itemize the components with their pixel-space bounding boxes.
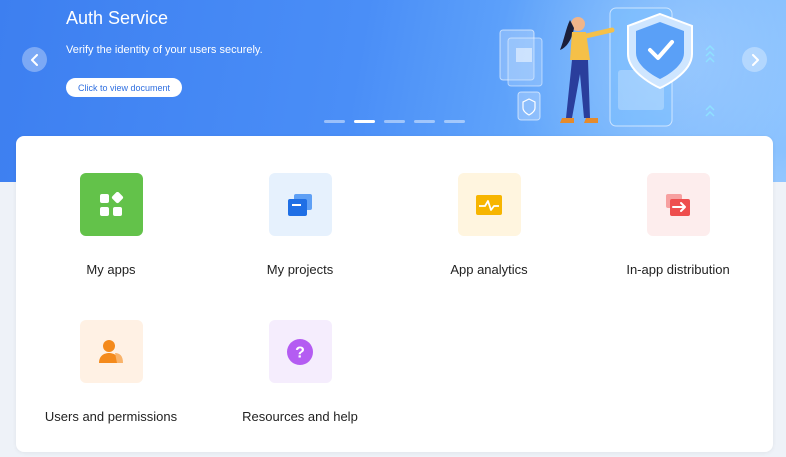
analytics-pulse-icon xyxy=(457,173,521,236)
carousel-next-button[interactable] xyxy=(742,47,767,72)
tile-label: App analytics xyxy=(450,262,528,277)
svg-text:?: ? xyxy=(295,344,305,361)
tile-label: My apps xyxy=(86,262,136,277)
view-document-button[interactable]: Click to view document xyxy=(66,78,182,97)
tile-in-app-distribution[interactable]: In-app distribution xyxy=(583,173,773,303)
user-group-icon xyxy=(79,320,143,383)
tile-label: In-app distribution xyxy=(626,262,730,277)
tile-label: Resources and help xyxy=(242,409,358,424)
feature-card: My apps My projects App analytics In-app… xyxy=(16,136,773,452)
carousel-dot[interactable] xyxy=(414,120,435,123)
distribution-arrow-icon xyxy=(646,173,710,236)
tile-users-and-permissions[interactable]: Users and permissions xyxy=(16,320,206,450)
projects-stack-icon xyxy=(268,173,332,236)
carousel-dot[interactable] xyxy=(324,120,345,123)
chevron-left-icon xyxy=(30,53,38,66)
tile-resources-and-help[interactable]: ? Resources and help xyxy=(205,320,395,450)
banner-title: Auth Service xyxy=(66,8,169,28)
chevron-right-icon xyxy=(751,53,759,66)
security-illustration xyxy=(499,7,715,127)
apps-grid-icon xyxy=(79,173,143,236)
carousel-dot-active[interactable] xyxy=(354,120,375,123)
tile-label: Users and permissions xyxy=(44,409,178,424)
carousel-dot[interactable] xyxy=(444,120,465,123)
tile-my-apps[interactable]: My apps xyxy=(16,173,206,303)
carousel-indicators xyxy=(324,120,465,123)
tile-my-projects[interactable]: My projects xyxy=(205,173,395,303)
carousel-dot[interactable] xyxy=(384,120,405,123)
tile-app-analytics[interactable]: App analytics xyxy=(394,173,584,303)
help-question-icon: ? xyxy=(268,320,332,383)
carousel-prev-button[interactable] xyxy=(22,47,47,72)
banner-subtitle: Verify the identity of your users secure… xyxy=(66,44,263,56)
tile-label: My projects xyxy=(266,262,334,277)
